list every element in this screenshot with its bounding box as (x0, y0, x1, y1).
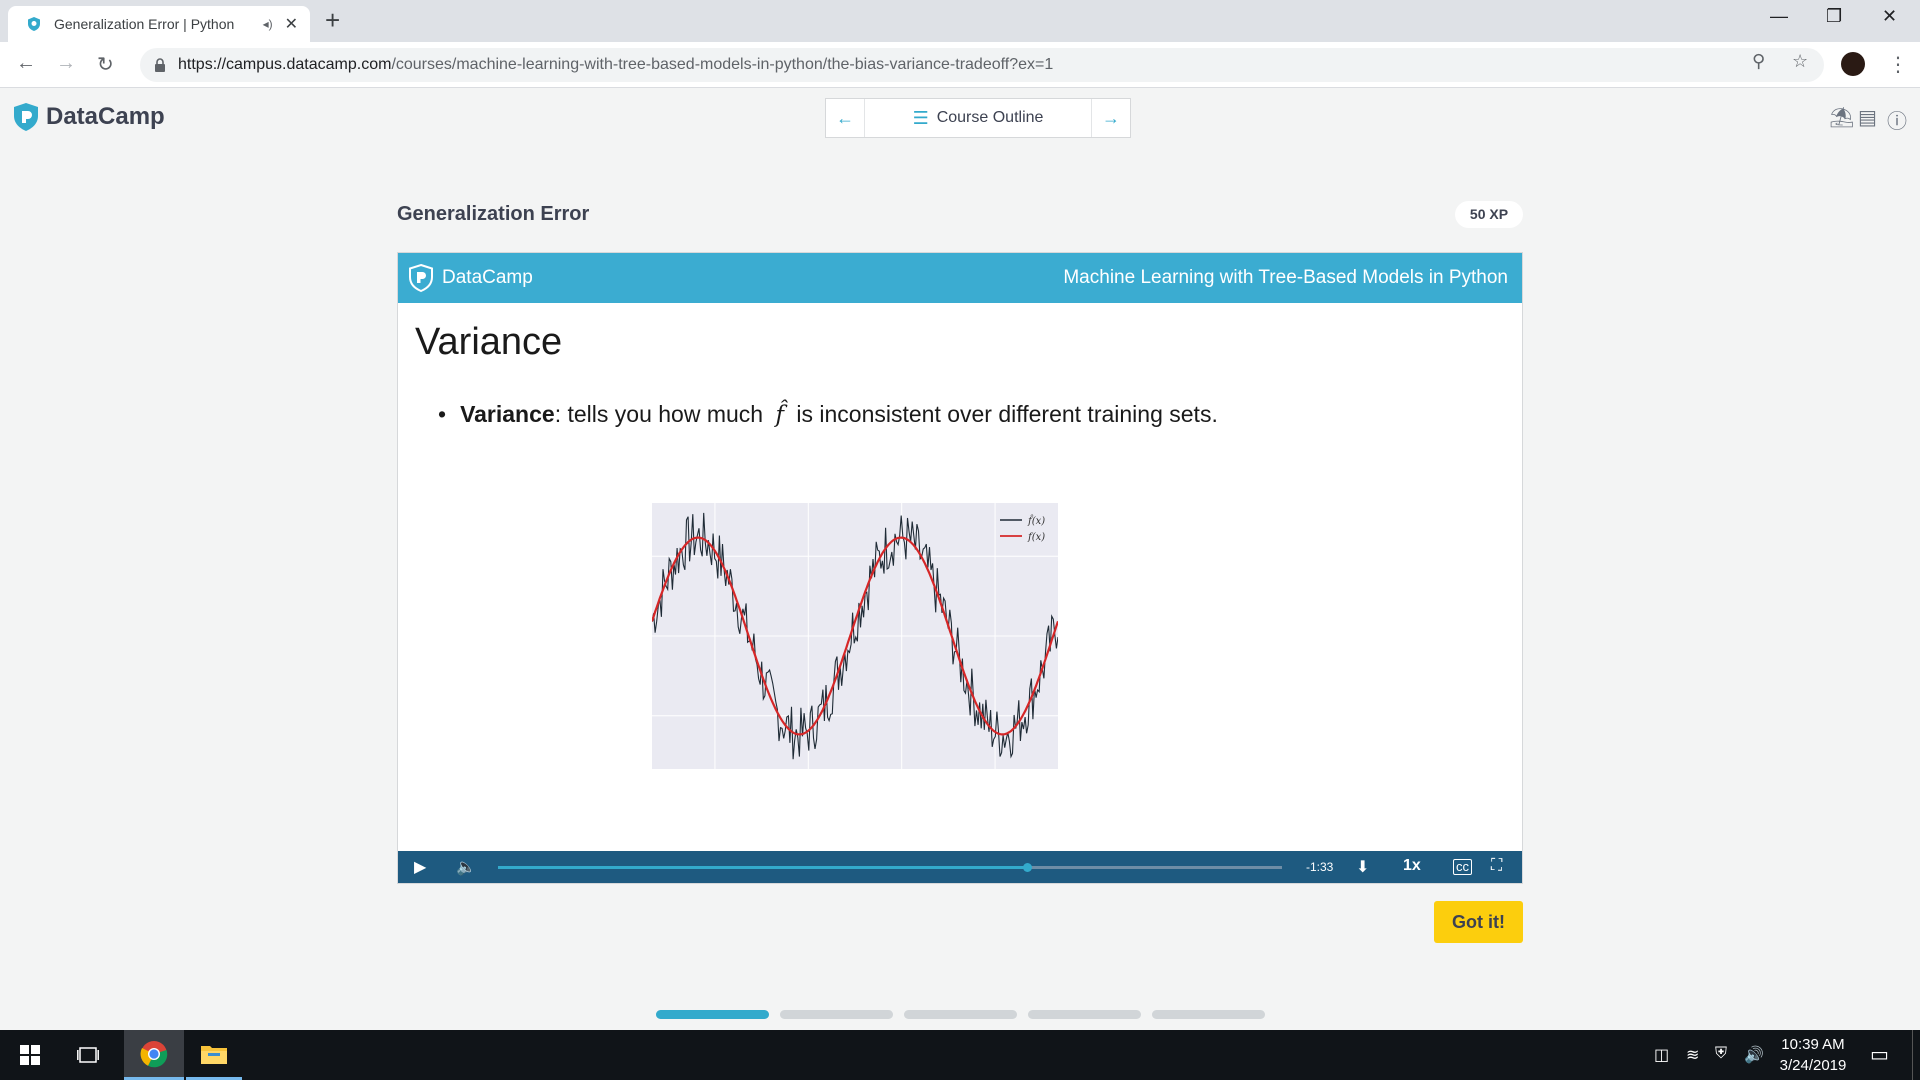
bullet-dot: • (438, 401, 447, 427)
course-navigation: ← ☰ Course Outline → (825, 98, 1131, 138)
seek-bar-fill (498, 866, 1028, 869)
battery-icon[interactable]: ◫ (1654, 1045, 1669, 1065)
seek-bar-handle[interactable] (1023, 863, 1033, 872)
report-issue-icon[interactable]: ⓘ (1887, 105, 1907, 134)
play-icon[interactable]: ▶ (414, 857, 426, 877)
url-text: https://campus.datacamp.com/courses/mach… (178, 56, 1054, 73)
player-controls: ▶ 🔈 -1:33 ⬇ 1x cc ⛶ (398, 851, 1522, 883)
legend-fhat-label: f̂(x) (1027, 515, 1045, 527)
windows-logo-icon (20, 1045, 40, 1065)
browser-menu-icon[interactable]: ⋮ (1888, 52, 1908, 77)
bookmark-star-icon[interactable]: ☆ (1792, 51, 1808, 72)
lesson-step[interactable] (1152, 1010, 1265, 1019)
browser-tab-bar: Generalization Error | Python ◂) ✕ + — ❐… (0, 0, 1920, 42)
slide-heading: Variance (415, 321, 563, 363)
lock-icon (155, 58, 165, 72)
bullet-text-before: : tells you how much (554, 401, 764, 427)
taskbar-clock[interactable]: 10:39 AM 3/24/2019 (1768, 1034, 1858, 1076)
lesson-step[interactable] (780, 1010, 893, 1019)
volume-icon[interactable]: 🔈 (456, 857, 476, 877)
logo-text: DataCamp (46, 103, 165, 130)
menu-icon: ☰ (912, 107, 929, 128)
address-bar[interactable]: https://campus.datacamp.com/courses/mach… (140, 48, 1824, 82)
slide-brand: DataCamp (442, 267, 533, 288)
time-remaining: -1:33 (1306, 860, 1334, 874)
got-it-button[interactable]: Got it! (1434, 901, 1523, 943)
new-tab-icon[interactable]: + (325, 7, 340, 33)
download-icon[interactable]: ⬇ (1356, 857, 1369, 877)
notifications-icon[interactable]: ⛱ (1829, 105, 1854, 130)
back-icon[interactable]: ← (16, 52, 36, 75)
clock-date: 3/24/2019 (1779, 1057, 1847, 1074)
legend-f-label: f(x) (1027, 532, 1045, 543)
course-outline-button[interactable]: ☰ Course Outline (864, 99, 1092, 137)
tab-audio-icon[interactable]: ◂) (263, 17, 273, 31)
fullscreen-icon[interactable]: ⛶ (1491, 857, 1502, 875)
forward-icon[interactable]: → (56, 52, 76, 75)
task-view-icon[interactable] (68, 1030, 108, 1080)
datacamp-shield-icon (409, 263, 433, 293)
chrome-taskbar-icon[interactable] (124, 1030, 184, 1080)
lesson-step[interactable] (1028, 1010, 1141, 1019)
datacamp-shield-icon (14, 103, 38, 131)
course-outline-label: Course Outline (936, 109, 1044, 126)
captions-icon[interactable]: cc (1453, 859, 1472, 875)
window-close-icon[interactable]: ✕ (1882, 6, 1897, 27)
slide-course-name: Machine Learning with Tree-Based Models … (1063, 267, 1508, 288)
tab-close-icon[interactable]: ✕ (285, 14, 298, 34)
browser-tab[interactable]: Generalization Error | Python ◂) ✕ (8, 6, 310, 42)
wifi-icon[interactable]: ≋ (1686, 1045, 1699, 1065)
lesson-progress-steps (656, 1010, 1265, 1019)
datacamp-favicon-icon (28, 17, 40, 31)
next-exercise-icon[interactable]: → (1092, 108, 1130, 129)
action-center-icon[interactable]: ▭ (1870, 1042, 1889, 1067)
previous-exercise-icon[interactable]: ← (826, 108, 864, 129)
security-shield-icon[interactable]: ⛨ (1715, 1045, 1727, 1063)
restore-icon[interactable]: ❐ (1826, 6, 1842, 27)
playback-rate-button[interactable]: 1x (1403, 857, 1421, 875)
bullet-text-after: is inconsistent over different training … (796, 401, 1218, 427)
exercise-title: Generalization Error (397, 203, 590, 225)
windows-taskbar: ◫ ≋ ⛨ 🔊 10:39 AM 3/24/2019 ▭ (0, 1030, 1920, 1080)
video-player: DataCamp Machine Learning with Tree-Base… (397, 252, 1523, 884)
speaker-icon[interactable]: 🔊 (1744, 1045, 1764, 1065)
xp-badge: 50 XP (1455, 201, 1523, 228)
f-hat-symbol: f̂ (775, 402, 784, 428)
datacamp-header: DataCamp ← ☰ Course Outline → ⛱ ▤ ⓘ (0, 89, 1920, 147)
clock-time: 10:39 AM (1781, 1036, 1845, 1053)
zoom-icon[interactable]: ⚲ (1752, 51, 1765, 72)
slide-bullet: • Variance: tells you how much f̂ is inco… (438, 401, 1218, 428)
browser-toolbar: ← → ↻ https://campus.datacamp.com/course… (0, 42, 1920, 88)
show-desktop-button[interactable] (1912, 1030, 1920, 1080)
folder-icon (201, 1045, 227, 1064)
variance-plot: f̂(x) f(x) (652, 503, 1058, 769)
file-explorer-taskbar-icon[interactable] (186, 1030, 242, 1080)
profile-avatar[interactable] (1841, 52, 1865, 76)
lesson-step[interactable] (904, 1010, 1017, 1019)
seek-bar[interactable] (498, 863, 1282, 872)
lesson-step[interactable] (656, 1010, 769, 1019)
slides-pdf-icon[interactable]: ▤ (1858, 105, 1877, 130)
bullet-term: Variance (460, 401, 555, 427)
minimize-icon[interactable]: — (1770, 6, 1788, 27)
task-view-glyph (77, 1047, 99, 1063)
tab-title: Generalization Error | Python (54, 16, 235, 32)
reload-icon[interactable]: ↻ (97, 52, 114, 77)
windows-start-icon[interactable] (10, 1030, 50, 1080)
slide-header: DataCamp Machine Learning with Tree-Base… (398, 253, 1522, 303)
datacamp-logo[interactable]: DataCamp (12, 102, 165, 132)
chrome-icon (140, 1040, 168, 1067)
